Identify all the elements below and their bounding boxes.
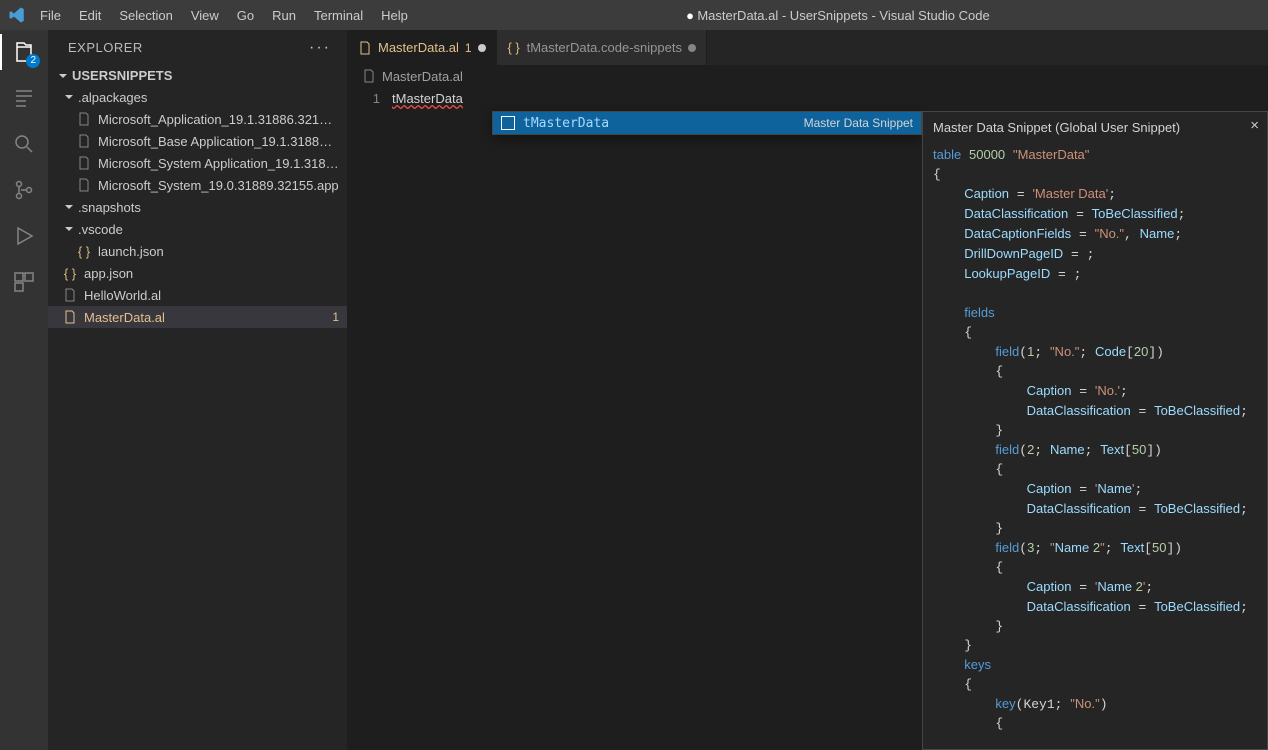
chevron-down-icon [62,200,76,214]
source-control-activity-icon[interactable] [10,176,38,204]
tab-snippets[interactable]: { } tMasterData.code-snippets [497,30,707,65]
file-app-json[interactable]: { }app.json [48,262,347,284]
extensions-activity-icon[interactable] [10,268,38,296]
json-icon: { } [76,243,92,259]
file-icon [362,69,376,83]
outline-activity-icon[interactable] [10,84,38,112]
menu-go[interactable]: Go [229,4,262,27]
line-numbers: 1 [348,87,392,750]
file-icon [76,155,92,171]
chevron-down-icon [56,69,70,83]
suggest-item[interactable]: tMasterData Master Data Snippet [493,112,921,134]
editor-body[interactable]: 1 tMasterData tMasterData Master Data Sn… [348,87,1268,750]
folder-vscode[interactable]: .vscode [48,218,347,240]
menu-terminal[interactable]: Terminal [306,4,371,27]
folder-alpackages[interactable]: .alpackages [48,86,347,108]
menu-selection[interactable]: Selection [111,4,180,27]
section-usersnippets[interactable]: USERSNIPPETS [48,65,347,86]
file-icon [62,309,78,325]
menu-edit[interactable]: Edit [71,4,109,27]
file-row[interactable]: Microsoft_Base Application_19.1.31886.32… [48,130,347,152]
file-row[interactable]: Microsoft_System_19.0.31889.32155.app [48,174,347,196]
breadcrumb[interactable]: MasterData.al [348,65,1268,87]
file-tree: .alpackages Microsoft_Application_19.1.3… [48,86,347,750]
intellisense-suggest[interactable]: tMasterData Master Data Snippet [492,111,922,135]
code-text: tMasterData [392,91,463,106]
file-icon [76,177,92,193]
explorer-activity-icon[interactable]: 2 [10,38,38,66]
menu-file[interactable]: File [32,4,69,27]
menu-view[interactable]: View [183,4,227,27]
dirty-indicator-icon [688,44,696,52]
close-icon[interactable]: × [1250,116,1259,135]
file-masterdata[interactable]: MasterData.al 1 [48,306,347,328]
file-icon [76,111,92,127]
search-activity-icon[interactable] [10,130,38,158]
menu-run[interactable]: Run [264,4,304,27]
activity-bar: 2 [0,30,48,750]
run-debug-activity-icon[interactable] [10,222,38,250]
editor-tabs: MasterData.al 1 { } tMasterData.code-sni… [348,30,1268,65]
file-icon [62,287,78,303]
vscode-logo-icon [8,6,26,24]
menu-bar: File Edit Selection View Go Run Terminal… [32,4,416,27]
menu-help[interactable]: Help [373,4,416,27]
problem-count-badge: 1 [332,310,339,324]
code-area[interactable]: tMasterData tMasterData Master Data Snip… [392,87,1268,750]
titlebar: File Edit Selection View Go Run Terminal… [0,0,1268,30]
explorer-title: EXPLORER [68,40,143,55]
file-helloworld[interactable]: HelloWorld.al [48,284,347,306]
problem-count-badge: 1 [465,41,472,55]
file-launch-json[interactable]: { }launch.json [48,240,347,262]
json-icon: { } [507,41,521,55]
window-title: ● MasterData.al - UserSnippets - Visual … [416,8,1260,23]
explorer-badge: 2 [26,54,40,68]
file-icon [76,133,92,149]
doc-title: Master Data Snippet (Global User Snippet… [933,118,1257,137]
tab-masterdata[interactable]: MasterData.al 1 [348,30,497,65]
explorer-sidebar: EXPLORER ··· USERSNIPPETS .alpackages Mi… [48,30,348,750]
doc-content: table 50000 "MasterData" { Caption = 'Ma… [933,145,1257,733]
explorer-more-icon[interactable]: ··· [309,39,331,57]
file-icon [358,41,372,55]
chevron-down-icon [62,90,76,104]
suggest-documentation: × Master Data Snippet (Global User Snipp… [922,111,1268,750]
editor-group: MasterData.al 1 { } tMasterData.code-sni… [348,30,1268,750]
file-row[interactable]: Microsoft_Application_19.1.31886.32186.a… [48,108,347,130]
file-row[interactable]: Microsoft_System Application_19.1.31886.… [48,152,347,174]
chevron-down-icon [62,222,76,236]
snippet-icon [501,116,515,130]
json-icon: { } [62,265,78,281]
dirty-indicator-icon [478,44,486,52]
folder-snapshots[interactable]: .snapshots [48,196,347,218]
